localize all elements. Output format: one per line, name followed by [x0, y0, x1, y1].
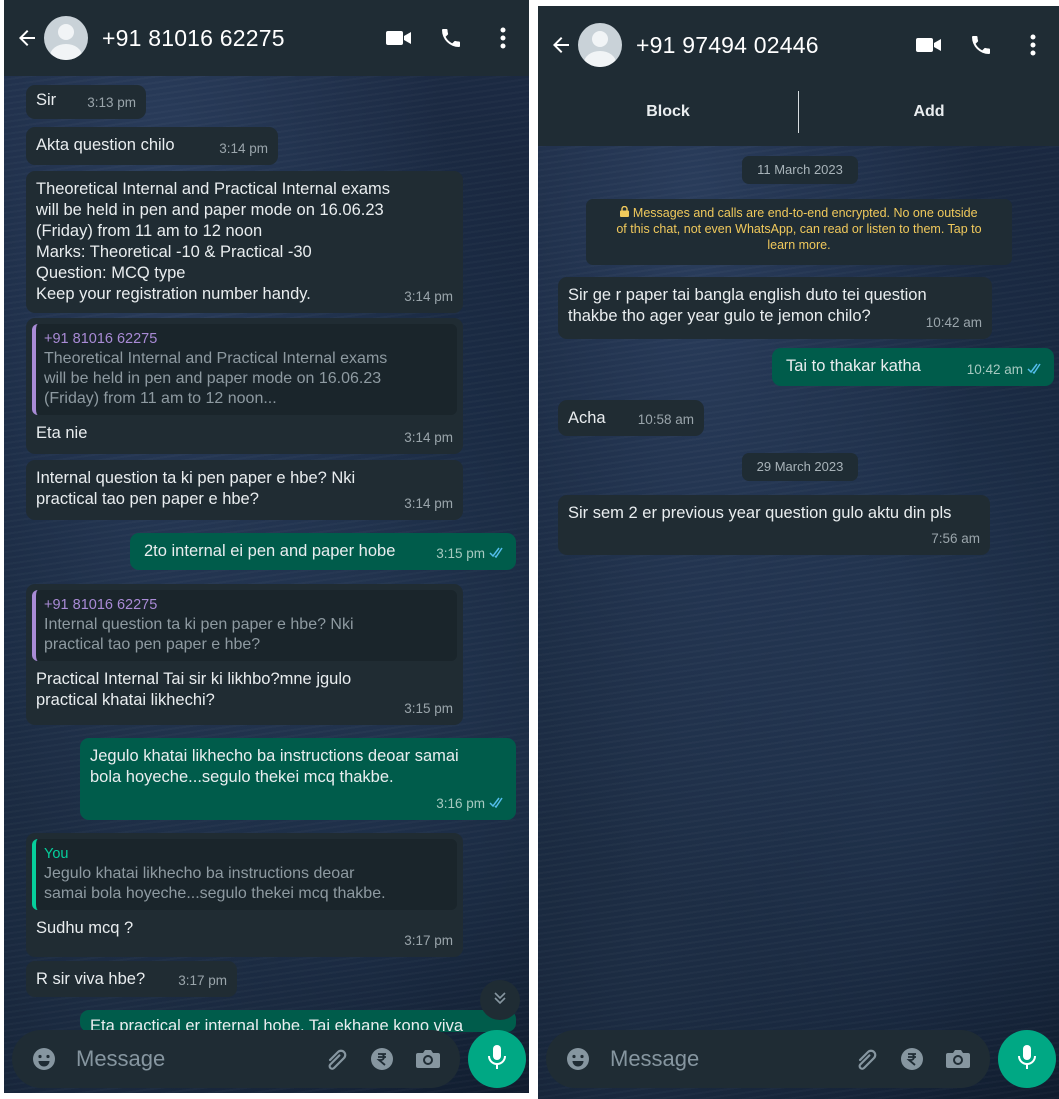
message-bubble[interactable]: Sir 3:13 pm — [26, 85, 146, 119]
quote-text: Theoretical Internal and Practical Inter… — [44, 350, 388, 407]
contact-avatar[interactable] — [44, 16, 88, 60]
back-arrow-icon[interactable] — [544, 25, 578, 65]
chat-header: +91 81016 62275 — [4, 0, 529, 76]
emoji-icon[interactable] — [558, 1039, 598, 1079]
microphone-icon — [486, 1044, 508, 1075]
block-button[interactable]: Block — [538, 103, 798, 121]
message-time: 3:14 pm — [404, 289, 453, 304]
message-time: 10:42 am — [967, 359, 1044, 380]
quote-author: You — [44, 846, 69, 862]
double-check-icon — [489, 793, 506, 814]
phone-call-icon[interactable] — [425, 12, 477, 64]
microphone-icon — [1016, 1044, 1038, 1075]
message-text: Sudhu mcq ? — [36, 919, 134, 937]
message-text: Tai to thakar katha — [786, 357, 921, 375]
quote-text: Jegulo khatai likhecho ba instructions d… — [44, 865, 386, 902]
message-text: Akta question chilo — [36, 136, 175, 154]
message-text: Sir sem 2 er previous year question gulo… — [568, 504, 952, 522]
date-separator: 11 March 2023 — [742, 156, 858, 184]
quote-text: Internal question ta ki pen paper e hbe?… — [44, 616, 354, 653]
message-input[interactable]: Message — [76, 1046, 316, 1072]
message-bubble-outgoing[interactable]: Jegulo khatai likhecho ba instructions d… — [80, 738, 516, 820]
message-time: 3:13 pm — [87, 95, 136, 110]
unknown-contact-action-bar: Block Add — [538, 78, 1059, 146]
double-check-icon — [489, 543, 506, 564]
add-contact-button[interactable]: Add — [799, 103, 1059, 121]
message-text: Theoretical Internal and Practical Inter… — [36, 180, 391, 303]
message-text: Jegulo khatai likhecho ba instructions d… — [90, 747, 459, 786]
quoted-message[interactable]: You Jegulo khatai likhecho ba instructio… — [32, 839, 457, 910]
message-text: R sir viva hbe? — [36, 970, 146, 988]
phone-call-icon[interactable] — [955, 19, 1007, 71]
encryption-notice[interactable]: Messages and calls are end-to-end encryp… — [586, 199, 1012, 265]
message-bubble[interactable]: Sir sem 2 er previous year question gulo… — [558, 495, 990, 555]
video-call-icon[interactable] — [903, 19, 955, 71]
more-vert-icon[interactable] — [1007, 19, 1059, 71]
date-separator: 29 March 2023 — [742, 453, 858, 481]
message-text: Eta nie — [36, 424, 88, 442]
camera-icon[interactable] — [938, 1039, 978, 1079]
message-time: 3:17 pm — [178, 973, 227, 988]
chat-header: +91 97494 02446 — [538, 6, 1059, 84]
message-bubble[interactable]: Theoretical Internal and Practical Inter… — [26, 171, 463, 313]
scroll-to-bottom-button[interactable] — [480, 980, 520, 1020]
left-chat-screen: +91 81016 62275 Sir 3:13 pm Akta questio… — [4, 0, 529, 1093]
message-time: 10:58 am — [637, 412, 694, 427]
message-bubble[interactable]: Acha 10:58 am — [558, 400, 704, 436]
right-chat-screen: +91 97494 02446 Block Add 11 March 2023 … — [538, 6, 1059, 1099]
rupee-icon[interactable] — [362, 1039, 402, 1079]
quoted-message[interactable]: +91 81016 62275 Internal question ta ki … — [32, 590, 457, 661]
message-time: 7:56 am — [931, 531, 980, 546]
message-time: 3:15 pm — [404, 701, 453, 716]
camera-icon[interactable] — [408, 1039, 448, 1079]
rupee-icon[interactable] — [892, 1039, 932, 1079]
message-bubble[interactable]: R sir viva hbe? 3:17 pm — [26, 961, 237, 997]
quote-author: +91 81016 62275 — [44, 331, 158, 347]
message-time: 3:14 pm — [404, 496, 453, 511]
message-text: Sir ge r paper tai bangla english duto t… — [568, 286, 927, 325]
message-time: 3:17 pm — [404, 933, 453, 948]
contact-name[interactable]: +91 81016 62275 — [102, 25, 373, 52]
message-bubble[interactable]: Akta question chilo 3:14 pm — [26, 127, 278, 165]
message-bubble[interactable]: +91 81016 62275 Theoretical Internal and… — [26, 318, 463, 454]
message-text: Acha — [568, 409, 606, 427]
lock-icon — [620, 205, 632, 220]
message-time: 3:14 pm — [219, 141, 268, 156]
paperclip-icon[interactable] — [846, 1039, 886, 1079]
message-text: Practical Internal Tai sir ki likhbo?mne… — [36, 670, 352, 709]
message-bubble-outgoing[interactable]: Eta practical er internal hobe. Tai ekha… — [80, 1010, 516, 1032]
message-bubble-outgoing[interactable]: Tai to thakar katha 10:42 am — [772, 348, 1054, 386]
contact-name[interactable]: +91 97494 02446 — [636, 32, 903, 59]
video-call-icon[interactable] — [373, 12, 425, 64]
message-bubble[interactable]: Internal question ta ki pen paper e hbe?… — [26, 460, 463, 520]
message-input[interactable]: Message — [610, 1046, 846, 1072]
quoted-message[interactable]: +91 81016 62275 Theoretical Internal and… — [32, 324, 457, 415]
paperclip-icon[interactable] — [316, 1039, 356, 1079]
message-bubble[interactable]: You Jegulo khatai likhecho ba instructio… — [26, 833, 463, 957]
message-bubble[interactable]: Sir ge r paper tai bangla english duto t… — [558, 277, 992, 339]
message-time: 3:16 pm — [436, 793, 506, 814]
message-text: 2to internal ei pen and paper hobe — [144, 542, 396, 560]
emoji-icon[interactable] — [24, 1039, 64, 1079]
more-vert-icon[interactable] — [477, 12, 529, 64]
quote-author: +91 81016 62275 — [44, 597, 158, 613]
message-bubble-outgoing[interactable]: 2to internal ei pen and paper hobe 3:15 … — [130, 533, 516, 570]
chevron-double-down-icon — [492, 990, 508, 1011]
message-time: 3:15 pm — [436, 543, 506, 564]
voice-message-button[interactable] — [998, 1030, 1056, 1088]
contact-avatar[interactable] — [578, 23, 622, 67]
voice-message-button[interactable] — [468, 1030, 526, 1088]
message-text: Internal question ta ki pen paper e hbe?… — [36, 469, 356, 508]
message-time: 10:42 am — [925, 315, 982, 330]
message-time: 3:14 pm — [404, 430, 453, 445]
message-composer: Message — [546, 1030, 990, 1088]
message-bubble[interactable]: +91 81016 62275 Internal question ta ki … — [26, 584, 463, 725]
message-text: Sir — [36, 91, 57, 109]
back-arrow-icon[interactable] — [10, 18, 44, 58]
double-check-icon — [1027, 359, 1044, 380]
message-composer: Message — [12, 1030, 460, 1088]
encryption-notice-text: Messages and calls are end-to-end encryp… — [616, 206, 982, 252]
